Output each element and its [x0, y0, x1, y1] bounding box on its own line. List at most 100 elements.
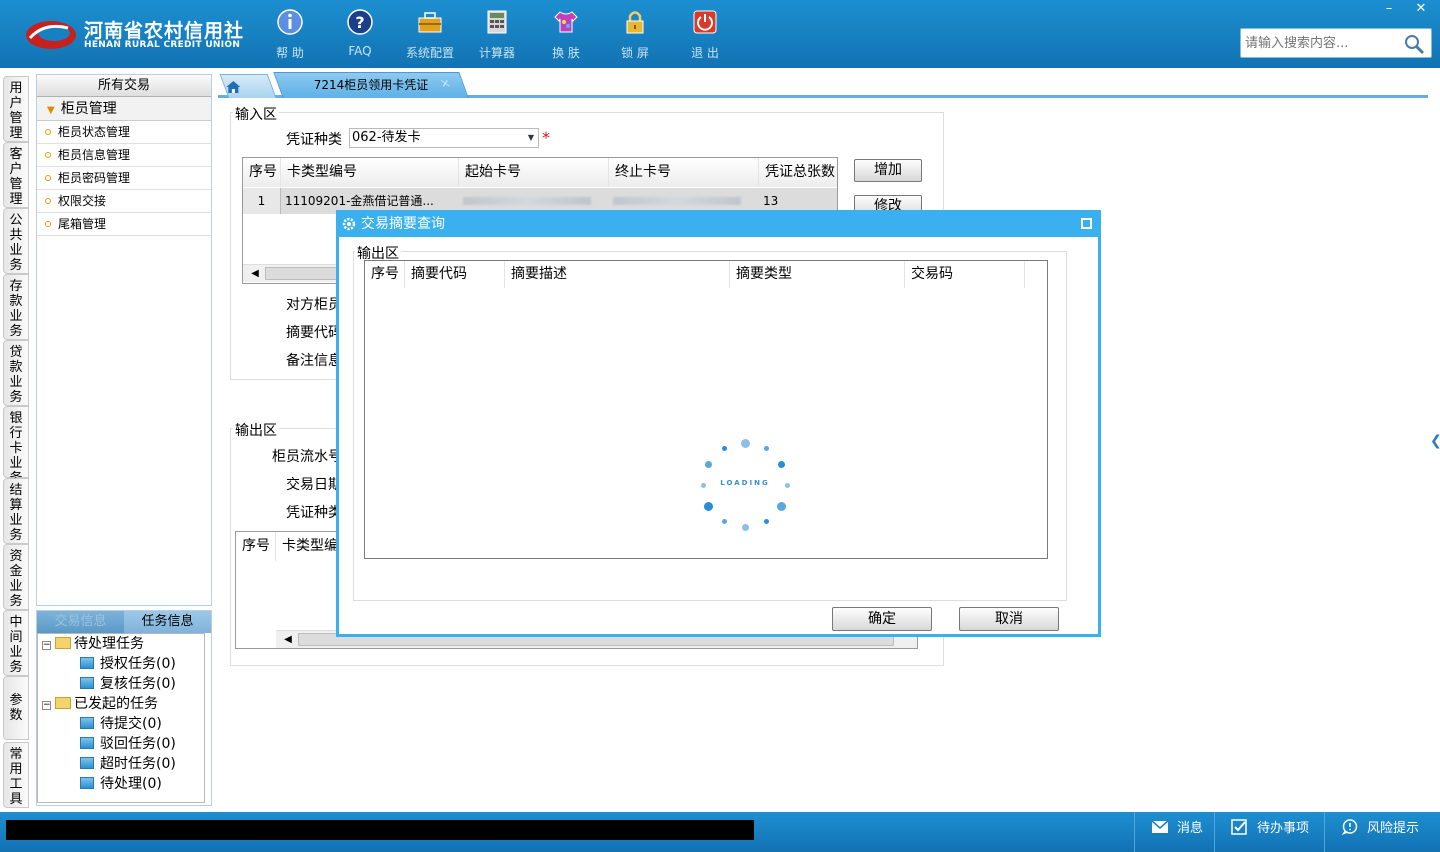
vtab-parameters[interactable]: 参数	[3, 676, 29, 740]
vtab-public-business[interactable]: 公共业务	[3, 208, 29, 274]
nav-group-teller-management[interactable]: ▼ 柜员管理	[37, 97, 211, 121]
question-icon: ?	[347, 9, 373, 35]
system-config-label: 系统配置	[405, 46, 454, 60]
change-skin-button[interactable]: 换 肤	[531, 8, 601, 61]
lock-screen-label: 锁 屏	[621, 46, 649, 60]
tab-teller-card-voucher[interactable]: 7214柜员领用卡凭证 ×	[273, 72, 469, 98]
bullet-icon	[45, 198, 51, 204]
nav-item-teller-password[interactable]: 柜员密码管理	[37, 167, 211, 190]
dialog-title: 交易摘要查询	[361, 216, 445, 232]
status-label: 待办事项	[1257, 821, 1310, 836]
exit-label: 退 出	[691, 46, 719, 60]
output-voucher-type-label: 凭证种类	[286, 505, 342, 521]
expand-triangle-icon: ▼	[47, 105, 55, 116]
dialog-titlebar[interactable]: 交易摘要查询	[339, 213, 1098, 237]
right-panel-toggle-icon[interactable]: ❮	[1430, 420, 1440, 462]
scroll-left-icon[interactable]: ◀	[280, 631, 296, 648]
tree-node-label: 待处理任务	[74, 636, 144, 652]
task-icon	[80, 677, 94, 689]
task-panel-tabs: 交易信息 任务信息	[37, 611, 211, 633]
column-header: 交易码	[905, 261, 1025, 288]
scroll-left-icon[interactable]: ◀	[247, 265, 263, 282]
help-button[interactable]: 帮 助	[255, 8, 325, 61]
calculator-icon	[487, 10, 507, 34]
search-input[interactable]	[1241, 29, 1401, 57]
voucher-type-select[interactable]: 062-待发卡 ▼	[349, 128, 539, 148]
vtab-common-tools[interactable]: 常用工具	[3, 742, 29, 808]
bullet-icon	[45, 175, 51, 181]
tree-node-rejected[interactable]: 驳回任务(0)	[80, 734, 176, 754]
tree-node-initiated[interactable]: − 已发起的任务	[42, 694, 158, 714]
nav-item-permission-handover[interactable]: 权限交接	[37, 190, 211, 213]
exit-button[interactable]: 退 出	[670, 8, 740, 61]
vtab-loan-business[interactable]: 贷款业务	[3, 340, 29, 406]
tree-node-auth-task[interactable]: 授权任务(0)	[80, 654, 176, 674]
cancel-button[interactable]: 取消	[959, 607, 1059, 631]
maximize-icon[interactable]	[1081, 218, 1092, 229]
bullet-icon	[45, 152, 51, 158]
task-icon	[80, 757, 94, 769]
task-icon	[80, 737, 94, 749]
vtab-bank-card-business[interactable]: 银行卡业务	[3, 406, 29, 486]
vtab-settlement-business[interactable]: 结算业务	[3, 478, 29, 544]
nav-item-tail-box[interactable]: 尾箱管理	[37, 213, 211, 236]
column-header: 摘要描述	[505, 261, 730, 288]
nav-item-teller-status[interactable]: 柜员状态管理	[37, 121, 211, 144]
tree-node-pending[interactable]: − 待处理任务	[42, 634, 144, 654]
tab-task-info[interactable]: 任务信息	[124, 611, 211, 633]
loading-dot	[721, 518, 727, 524]
dropdown-arrow-icon[interactable]: ▼	[528, 129, 534, 147]
messages-button[interactable]: 消息	[1134, 812, 1214, 852]
search-icon[interactable]	[1403, 33, 1425, 55]
tree-node-label: 授权任务(0)	[100, 656, 176, 672]
tree-node-review-task[interactable]: 复核任务(0)	[80, 674, 176, 694]
todo-button[interactable]: 待办事项	[1214, 812, 1324, 852]
collapse-icon[interactable]: −	[42, 701, 51, 710]
column-header: 序号	[365, 261, 405, 288]
tab-home[interactable]	[219, 74, 277, 98]
checkbox-icon	[1231, 819, 1247, 835]
column-header: 序号	[243, 158, 281, 187]
bullet-icon	[45, 221, 51, 227]
bullet-icon	[45, 129, 51, 135]
nav-item-label: 权限交接	[58, 194, 107, 208]
add-button[interactable]: 增加	[854, 159, 922, 182]
risk-alert-button[interactable]: 风险提示	[1324, 812, 1440, 852]
vtab-user-management[interactable]: 用户管理	[3, 76, 29, 142]
system-config-button[interactable]: 系统配置	[395, 8, 465, 61]
collapse-icon[interactable]: −	[42, 641, 51, 650]
tab-transaction-info[interactable]: 交易信息	[37, 611, 124, 633]
vtab-deposit-business[interactable]: 存款业务	[3, 274, 29, 340]
faq-button[interactable]: ? FAQ	[325, 8, 395, 58]
loading-dot	[763, 446, 769, 452]
search-box[interactable]	[1240, 28, 1432, 58]
info-icon	[277, 9, 303, 35]
summary-query-dialog: 交易摘要查询 输出区 序号 摘要代码 摘要描述 摘要类型 交易码 LOADING…	[336, 210, 1101, 637]
loading-dot	[740, 438, 750, 448]
vtab-intermediary-business[interactable]: 中间业务	[3, 610, 29, 676]
mail-icon	[1151, 820, 1169, 833]
calculator-button[interactable]: 计算器	[462, 8, 532, 61]
summary-code-label: 摘要代码	[286, 325, 342, 341]
tree-node-to-submit[interactable]: 待提交(0)	[80, 714, 162, 734]
faq-label: FAQ	[348, 44, 372, 58]
nav-item-teller-info[interactable]: 柜员信息管理	[37, 144, 211, 167]
status-label: 风险提示	[1367, 821, 1420, 836]
vtab-customer-management[interactable]: 客户管理	[3, 142, 29, 208]
required-mark: *	[542, 128, 550, 147]
loading-dot	[763, 518, 769, 524]
close-window-button[interactable]: ✕	[1404, 0, 1438, 18]
minimize-button[interactable]: –	[1372, 0, 1406, 18]
tree-node-to-process[interactable]: 待处理(0)	[80, 774, 162, 794]
category-tabs: 用户管理 客户管理 公共业务 存款业务 贷款业务 银行卡业务 结算业务 资金业务…	[0, 68, 32, 812]
ok-button[interactable]: 确定	[832, 607, 932, 631]
tree-node-label: 超时任务(0)	[100, 756, 176, 772]
column-header: 终止卡号	[609, 158, 759, 187]
lock-screen-button[interactable]: 锁 屏	[600, 8, 670, 61]
help-label: 帮 助	[276, 46, 304, 60]
logo-mark-icon	[26, 21, 76, 49]
tree-node-timeout[interactable]: 超时任务(0)	[80, 754, 176, 774]
vtab-fund-business[interactable]: 资金业务	[3, 544, 29, 610]
app-header: 河南省农村信用社 HENAN RURAL CREDIT UNION 帮 助 ? …	[0, 0, 1440, 68]
summary-table: 序号 摘要代码 摘要描述 摘要类型 交易码 LOADING	[364, 260, 1048, 559]
